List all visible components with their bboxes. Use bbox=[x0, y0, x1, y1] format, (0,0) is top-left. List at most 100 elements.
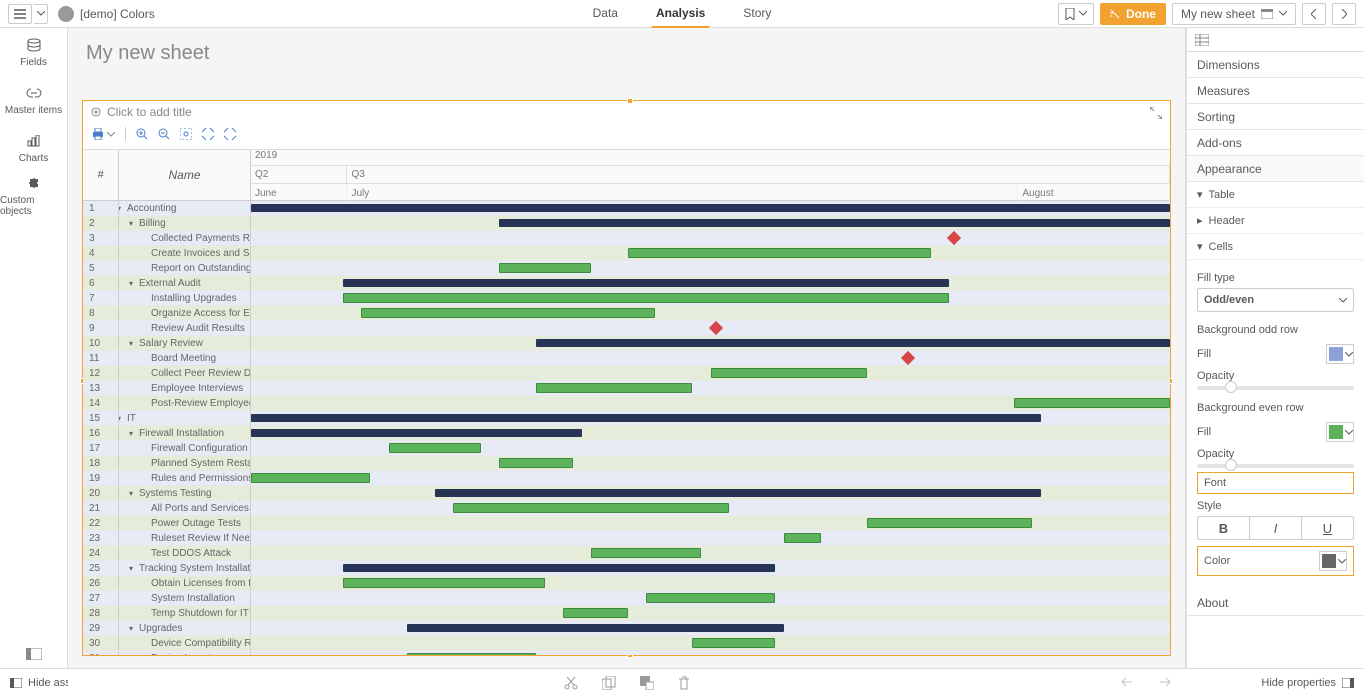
task-bar[interactable] bbox=[499, 458, 573, 468]
tree-toggle-icon[interactable]: ▾ bbox=[129, 429, 133, 438]
section-sorting[interactable]: Sorting bbox=[1187, 104, 1364, 130]
collapse-all-button[interactable] bbox=[224, 128, 236, 140]
gantt-row[interactable]: 18Planned System Restart bbox=[83, 456, 1170, 471]
master-items-tab[interactable]: Master items bbox=[0, 76, 67, 124]
task-bar[interactable] bbox=[361, 308, 655, 318]
tree-toggle-icon[interactable]: ▾ bbox=[119, 414, 121, 423]
gantt-row[interactable]: 1▾Accounting bbox=[83, 201, 1170, 216]
milestone-icon[interactable] bbox=[901, 351, 915, 365]
tree-toggle-icon[interactable]: ▾ bbox=[129, 219, 133, 228]
font-color-swatch[interactable] bbox=[1319, 551, 1347, 571]
gantt-row[interactable]: 27System Installation bbox=[83, 591, 1170, 606]
task-bar[interactable] bbox=[563, 608, 627, 618]
copy-icon[interactable] bbox=[602, 676, 616, 690]
task-bar[interactable] bbox=[343, 578, 545, 588]
underline-button[interactable]: U bbox=[1302, 517, 1353, 539]
milestone-icon[interactable] bbox=[708, 321, 722, 335]
tree-toggle-icon[interactable]: ▾ bbox=[119, 204, 121, 213]
tab-analysis[interactable]: Analysis bbox=[652, 0, 709, 28]
zoom-in-button[interactable] bbox=[136, 128, 148, 140]
section-measures[interactable]: Measures bbox=[1187, 78, 1364, 104]
task-bar[interactable] bbox=[453, 503, 729, 513]
task-bar[interactable] bbox=[251, 473, 370, 483]
next-sheet-button[interactable] bbox=[1332, 3, 1356, 25]
odd-opacity-slider[interactable] bbox=[1197, 386, 1354, 390]
task-bar[interactable] bbox=[389, 443, 481, 453]
task-bar[interactable] bbox=[711, 368, 867, 378]
task-bar[interactable] bbox=[407, 653, 536, 655]
tab-story[interactable]: Story bbox=[739, 0, 775, 28]
tree-toggle-icon[interactable]: ▾ bbox=[129, 624, 133, 633]
gantt-row[interactable]: 9Review Audit Results bbox=[83, 321, 1170, 336]
task-bar[interactable] bbox=[784, 533, 821, 543]
task-bar[interactable] bbox=[646, 593, 775, 603]
font-section[interactable]: Font bbox=[1197, 472, 1354, 494]
zoom-out-button[interactable] bbox=[158, 128, 170, 140]
gantt-row[interactable]: 21All Ports and Services Test bbox=[83, 501, 1170, 516]
zoom-fit-button[interactable] bbox=[180, 128, 192, 140]
gantt-row[interactable]: 22Power Outage Tests bbox=[83, 516, 1170, 531]
print-button[interactable] bbox=[91, 128, 115, 140]
tree-toggle-icon[interactable]: ▾ bbox=[129, 564, 133, 573]
summary-bar[interactable] bbox=[536, 339, 1170, 347]
col-name-header[interactable]: Name bbox=[119, 150, 251, 200]
menu-button[interactable] bbox=[8, 4, 32, 24]
undo-icon[interactable] bbox=[1122, 676, 1138, 688]
gantt-row[interactable]: 10▾Salary Review bbox=[83, 336, 1170, 351]
gantt-row[interactable]: 4Create Invoices and Send I bbox=[83, 246, 1170, 261]
delete-icon[interactable] bbox=[678, 676, 690, 690]
charts-tab[interactable]: Charts bbox=[0, 124, 67, 172]
menu-dropdown[interactable] bbox=[34, 4, 48, 24]
gantt-row[interactable]: 29▾Upgrades bbox=[83, 621, 1170, 636]
summary-bar[interactable] bbox=[343, 564, 775, 572]
task-bar[interactable] bbox=[1014, 398, 1170, 408]
filltype-select[interactable]: Odd/even bbox=[1197, 288, 1354, 312]
summary-bar[interactable] bbox=[407, 624, 784, 632]
gantt-row[interactable]: 6▾External Audit bbox=[83, 276, 1170, 291]
section-appearance[interactable]: Appearance bbox=[1187, 156, 1364, 182]
subsection-cells[interactable]: ▾Cells bbox=[1187, 234, 1364, 260]
custom-objects-tab[interactable]: Custom objects bbox=[0, 172, 67, 220]
sheet-title[interactable]: My new sheet bbox=[68, 28, 1185, 73]
summary-bar[interactable] bbox=[251, 429, 582, 437]
fields-tab[interactable]: Fields bbox=[0, 28, 67, 76]
gantt-row[interactable]: 11Board Meeting bbox=[83, 351, 1170, 366]
gantt-row[interactable]: 23Ruleset Review If Needed bbox=[83, 531, 1170, 546]
task-bar[interactable] bbox=[867, 518, 1032, 528]
gantt-row[interactable]: 31Device Inventory bbox=[83, 651, 1170, 655]
summary-bar[interactable] bbox=[251, 204, 1170, 212]
fullscreen-icon[interactable] bbox=[1150, 107, 1162, 122]
chart-title-row[interactable]: Click to add title bbox=[83, 101, 1170, 123]
hide-properties-button[interactable]: Hide properties bbox=[1186, 668, 1364, 696]
gantt-row[interactable]: 2▾Billing bbox=[83, 216, 1170, 231]
task-bar[interactable] bbox=[536, 383, 692, 393]
task-bar[interactable] bbox=[591, 548, 701, 558]
gantt-row[interactable]: 13Employee Interviews bbox=[83, 381, 1170, 396]
odd-fill-color[interactable] bbox=[1326, 344, 1354, 364]
gantt-row[interactable]: 24Test DDOS Attack bbox=[83, 546, 1170, 561]
cut-icon[interactable] bbox=[564, 676, 578, 690]
bold-button[interactable]: B bbox=[1198, 517, 1250, 539]
gantt-row[interactable]: 7Installing Upgrades bbox=[83, 291, 1170, 306]
sheet-selector[interactable]: My new sheet bbox=[1172, 3, 1296, 25]
gantt-row[interactable]: 5Report on Outstanding Co bbox=[83, 261, 1170, 276]
gantt-row[interactable]: 19Rules and Permissions Aud bbox=[83, 471, 1170, 486]
gantt-row[interactable]: 14Post-Review Employee Int bbox=[83, 396, 1170, 411]
tree-toggle-icon[interactable]: ▾ bbox=[129, 279, 133, 288]
summary-bar[interactable] bbox=[499, 219, 1170, 227]
section-about[interactable]: About bbox=[1187, 590, 1364, 616]
gantt-row[interactable]: 17Firewall Configuration bbox=[83, 441, 1170, 456]
gantt-row[interactable]: 8Organize Access for Extern bbox=[83, 306, 1170, 321]
task-bar[interactable] bbox=[692, 638, 775, 648]
summary-bar[interactable] bbox=[343, 279, 950, 287]
tree-toggle-icon[interactable]: ▾ bbox=[129, 489, 133, 498]
expand-all-button[interactable] bbox=[202, 128, 214, 140]
subsection-table[interactable]: ▾Table bbox=[1187, 182, 1364, 208]
gantt-chart-object[interactable]: Click to add title # Name 2019 Q2 Q3 bbox=[82, 100, 1171, 656]
done-button[interactable]: Done bbox=[1100, 3, 1166, 25]
gantt-row[interactable]: 25▾Tracking System Installation bbox=[83, 561, 1170, 576]
font-color-row[interactable]: Color bbox=[1197, 546, 1354, 576]
gantt-row[interactable]: 15▾IT bbox=[83, 411, 1170, 426]
gantt-row[interactable]: 3Collected Payments Review bbox=[83, 231, 1170, 246]
gantt-row[interactable]: 16▾Firewall Installation bbox=[83, 426, 1170, 441]
